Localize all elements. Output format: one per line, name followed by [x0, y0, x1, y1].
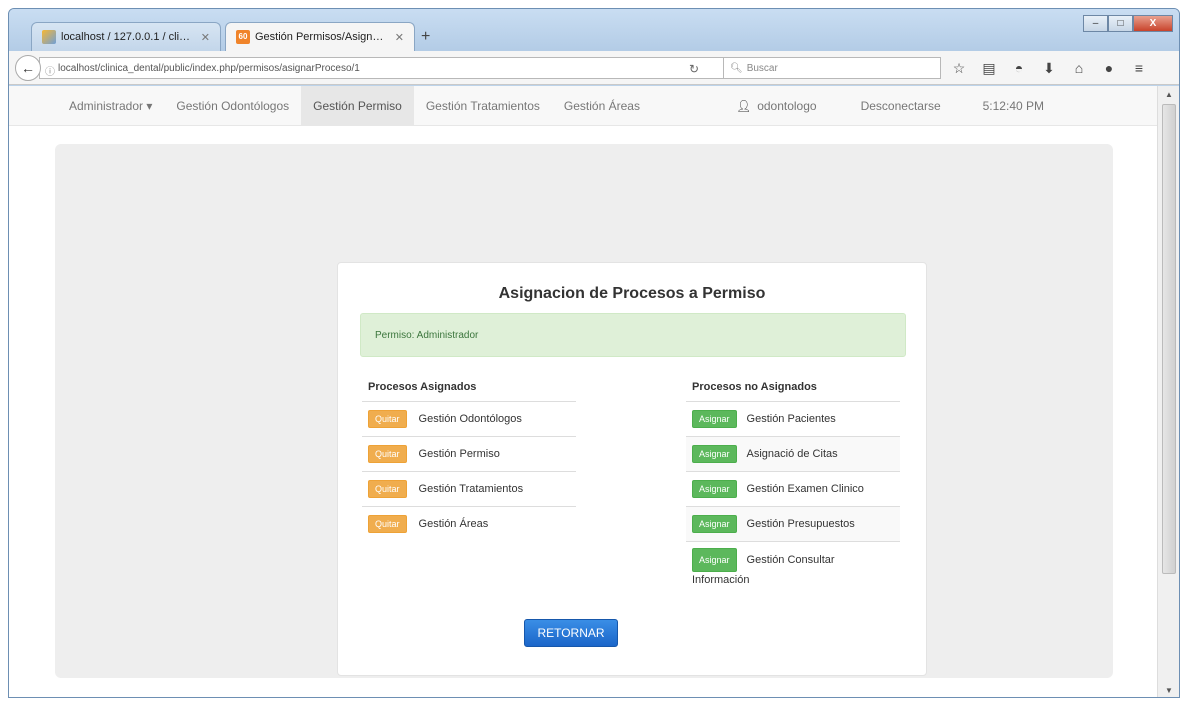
browser-toolbar: ⓘ localhost/clinica_dental/public/index.…	[9, 51, 1179, 85]
pocket-icon[interactable]: ◓	[1009, 59, 1029, 77]
app-icon: 60	[236, 30, 250, 44]
title-bar: localhost / 127.0.0.1 / clinic... ✕ 60 G…	[9, 9, 1179, 51]
menu-icon[interactable]: ≡	[1129, 59, 1149, 77]
search-placeholder: Buscar	[746, 62, 778, 74]
nav-user[interactable]: 👤︎ odontologo	[724, 86, 829, 126]
list-item: Quitar Gestión Áreas	[362, 506, 576, 541]
nav-logout[interactable]: Desconectarse	[849, 86, 953, 126]
nav-gestion-tratamientos[interactable]: Gestión Tratamientos	[414, 86, 552, 126]
scroll-up-icon[interactable]: ▲	[1165, 90, 1173, 99]
user-icon: 👤︎	[735, 98, 752, 113]
remove-button[interactable]: Quitar	[368, 515, 407, 533]
url-bar[interactable]: ⓘ localhost/clinica_dental/public/index.…	[39, 57, 739, 79]
download-icon[interactable]: ⬇	[1039, 59, 1059, 77]
tab-title: Gestión Permisos/Asignar ...	[255, 31, 389, 43]
assign-button[interactable]: Asignar	[692, 445, 737, 463]
remove-button[interactable]: Quitar	[368, 410, 407, 428]
nav-gestion-odontologos[interactable]: Gestión Odontólogos	[164, 86, 301, 126]
process-name: Asignació de Citas	[746, 448, 838, 460]
assign-button[interactable]: Asignar	[692, 515, 737, 533]
remove-button[interactable]: Quitar	[368, 445, 407, 463]
assign-button[interactable]: Asignar	[692, 480, 737, 498]
list-item: Asignar Asignació de Citas	[686, 436, 900, 471]
reading-list-icon[interactable]: ▤	[979, 59, 999, 77]
unassigned-title: Procesos no Asignados	[686, 375, 900, 401]
toolbar-icons: ☆ ▤ ◓ ⬇ ⌂ ● ≡	[949, 59, 1149, 77]
close-icon[interactable]: ✕	[201, 31, 210, 44]
list-item: Asignar Gestión Presupuestos	[686, 506, 900, 541]
process-name: Gestión Tratamientos	[418, 483, 524, 495]
window-controls: – □ X	[1083, 15, 1173, 32]
back-button[interactable]: ←	[15, 55, 41, 81]
process-name: Gestión Permiso	[418, 448, 500, 460]
chat-icon[interactable]: ●	[1099, 59, 1119, 77]
reload-icon[interactable]: ↻	[689, 62, 699, 76]
site-info-icon[interactable]: ⓘ	[45, 63, 55, 78]
page-title: Asignacion de Procesos a Permiso	[498, 285, 766, 302]
new-tab-button[interactable]: +	[421, 28, 430, 46]
url-text: localhost/clinica_dental/public/index.ph…	[58, 62, 360, 74]
process-name: Gestión Áreas	[418, 518, 489, 530]
maximize-button[interactable]: □	[1108, 15, 1133, 32]
list-item: Quitar Gestión Permiso	[362, 436, 576, 471]
assigned-title: Procesos Asignados	[368, 381, 477, 393]
process-name: Gestión Pacientes	[746, 413, 836, 425]
nav-gestion-areas[interactable]: Gestión Áreas	[552, 86, 652, 126]
assignment-card: Asignacion de Procesos a Permiso Permiso…	[337, 262, 927, 676]
unassigned-processes: Procesos no Asignados Asignar Gestión Pa…	[686, 375, 900, 594]
assign-button[interactable]: Asignar	[692, 548, 737, 572]
process-name: Gestión Odontólogos	[418, 413, 522, 425]
app-navbar: Administrador ▾ Gestión Odontólogos Gest…	[9, 86, 1157, 126]
list-item: Quitar Gestión Odontólogos	[362, 401, 576, 436]
list-item: Quitar Gestión Tratamientos	[362, 471, 576, 506]
list-item: Asignar Gestión Consultar Información	[686, 541, 900, 594]
process-name: Gestión Presupuestos	[746, 518, 855, 530]
vertical-scrollbar[interactable]: ▲ ▼	[1157, 86, 1179, 697]
tab-phpmyadmin[interactable]: localhost / 127.0.0.1 / clinic... ✕	[31, 22, 221, 51]
user-name: odontologo	[757, 98, 817, 113]
assigned-processes: Procesos Asignados Quitar Gestión Odontó…	[362, 375, 576, 541]
nav-clock: 5:12:40 PM	[982, 98, 1044, 113]
assign-button[interactable]: Asignar	[692, 410, 737, 428]
tab-gestion-permisos[interactable]: 60 Gestión Permisos/Asignar ... ✕	[225, 22, 415, 51]
content-panel: Asignacion de Procesos a Permiso Permiso…	[55, 144, 1113, 678]
close-icon[interactable]: ✕	[395, 31, 404, 44]
permission-alert: Permiso: Administrador	[360, 313, 906, 357]
tab-title: localhost / 127.0.0.1 / clinic...	[61, 31, 195, 43]
search-input[interactable]: 🔍︎ Buscar	[723, 57, 941, 79]
close-window-button[interactable]: X	[1133, 15, 1173, 32]
back-arrow-icon: ←	[21, 60, 35, 76]
scroll-down-icon[interactable]: ▼	[1165, 686, 1173, 695]
scroll-thumb[interactable]	[1162, 104, 1176, 574]
process-name: Gestión Examen Clinico	[746, 483, 864, 495]
home-icon[interactable]: ⌂	[1069, 59, 1089, 77]
list-item: Asignar Gestión Pacientes	[686, 401, 900, 436]
page-viewport: Administrador ▾ Gestión Odontólogos Gest…	[9, 86, 1157, 697]
search-icon: 🔍︎	[730, 62, 743, 74]
minimize-button[interactable]: –	[1083, 15, 1108, 32]
list-item: Asignar Gestión Examen Clinico	[686, 471, 900, 506]
nav-administrador[interactable]: Administrador ▾	[57, 86, 164, 126]
nav-gestion-permiso[interactable]: Gestión Permiso	[301, 86, 414, 126]
remove-button[interactable]: Quitar	[368, 480, 407, 498]
bookmark-star-icon[interactable]: ☆	[949, 59, 969, 77]
phpmyadmin-icon	[42, 30, 56, 44]
browser-window: localhost / 127.0.0.1 / clinic... ✕ 60 G…	[8, 8, 1180, 698]
return-button[interactable]: RETORNAR	[524, 619, 618, 647]
